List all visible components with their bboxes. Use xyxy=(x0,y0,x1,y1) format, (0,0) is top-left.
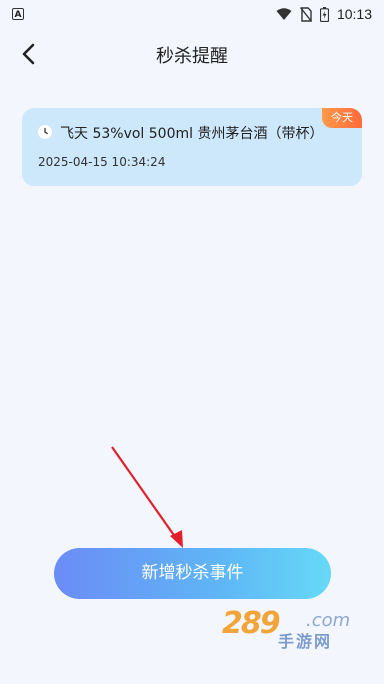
no-sim-icon xyxy=(299,6,312,22)
reminder-card[interactable]: 今天 飞天 53%vol 500ml 贵州茅台酒（带杯） 2025-04-15 … xyxy=(22,108,362,186)
clock-icon xyxy=(38,125,52,139)
watermark-logo: 289 .com 手游网 xyxy=(222,606,368,651)
battery-icon xyxy=(319,6,329,22)
add-flash-sale-button[interactable]: 新增秒杀事件 xyxy=(54,548,331,599)
status-bar: A 10:13 xyxy=(0,0,384,28)
status-time: 10:13 xyxy=(336,6,372,22)
reminder-datetime: 2025-04-15 10:34:24 xyxy=(38,155,166,169)
status-icons: 10:13 xyxy=(276,6,372,22)
watermark-text: 手游网 xyxy=(278,632,333,651)
page-title: 秒杀提醒 xyxy=(156,46,228,67)
wifi-icon xyxy=(276,7,292,20)
reminder-title: 飞天 53%vol 500ml 贵州茅台酒（带杯） xyxy=(60,126,324,142)
nav-bar: 秒杀提醒 xyxy=(0,32,384,76)
text-icon: A xyxy=(12,8,24,20)
today-badge: 今天 xyxy=(322,108,362,128)
watermark-number: 289 xyxy=(222,606,281,641)
